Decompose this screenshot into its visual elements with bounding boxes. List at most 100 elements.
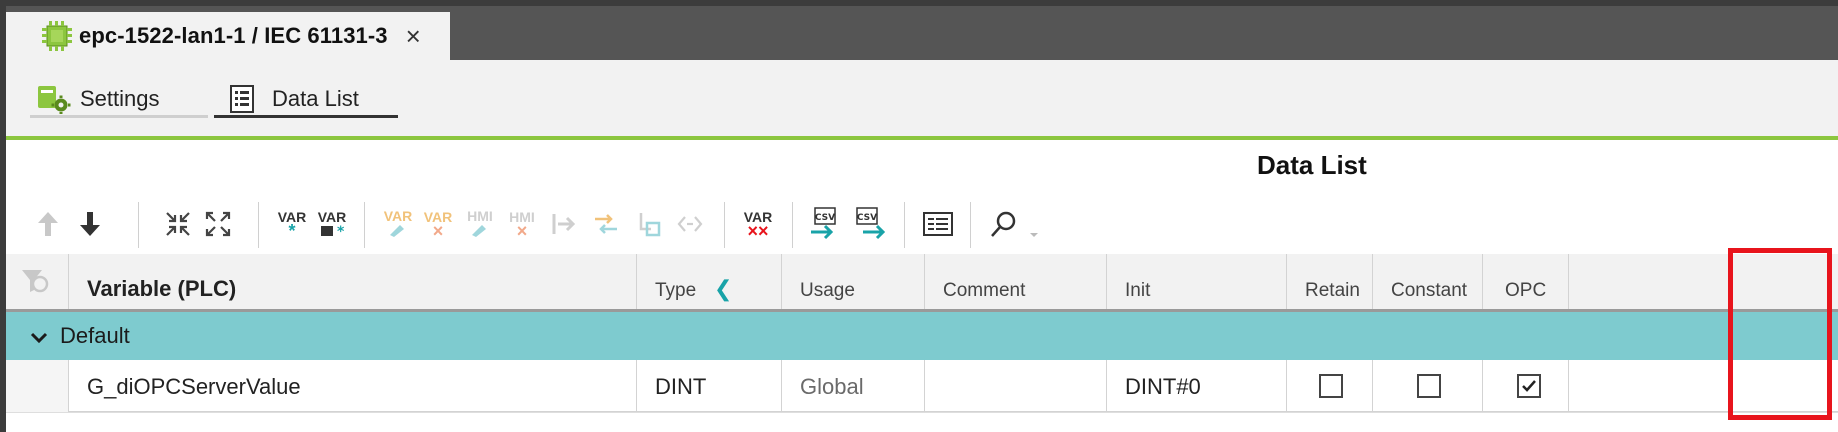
column-header-type[interactable]: Type — [636, 254, 781, 309]
tab-data-list-label: Data List — [272, 85, 359, 111]
delete-all-variables-button[interactable]: VAR ×× — [738, 200, 778, 248]
document-tab-title: epc-1522-lan1-1 / IEC 61131-3 — [79, 23, 388, 48]
editor-subtab-strip: Settings Data List — [6, 60, 1838, 136]
link-icon — [677, 216, 703, 232]
tab-settings[interactable]: Settings — [30, 82, 208, 118]
add-mark: * — [288, 221, 296, 241]
group-row-default[interactable]: Default — [6, 312, 1838, 360]
add-multiple-mark: * — [318, 224, 347, 240]
close-tab-icon[interactable]: × — [406, 23, 421, 49]
app-window: epc-1522-lan1-1 / IEC 61131-3 × Settings — [0, 0, 1838, 432]
add-variable-multiple-button[interactable]: VAR * — [312, 200, 352, 248]
constant-checkbox[interactable] — [1417, 374, 1441, 398]
cell-retain — [1286, 360, 1372, 412]
column-header-empty — [1568, 254, 1838, 309]
swap-button[interactable] — [586, 200, 626, 248]
cell-init[interactable]: DINT#0 — [1106, 360, 1286, 412]
export-csv-icon: CSV — [853, 206, 887, 242]
grid-next-row — [6, 412, 1838, 432]
delete-mark: ×× — [747, 221, 769, 241]
edit-hmi-button[interactable]: HMI — [460, 200, 500, 248]
column-header-variable[interactable]: Variable (PLC) — [68, 254, 636, 309]
collapse-all-icon — [166, 212, 190, 236]
tab-settings-label: Settings — [80, 85, 160, 111]
chevron-down-icon[interactable] — [30, 327, 48, 345]
import-csv-button[interactable]: CSV — [806, 200, 846, 248]
data-list-toolbar: VAR * VAR * VAR VAR × HMI HMI × VAR ×× C… — [20, 200, 1260, 250]
expand-all-button[interactable] — [198, 200, 238, 248]
var-text: VAR — [383, 208, 413, 224]
opc-checkbox[interactable] — [1517, 374, 1541, 398]
cell-comment[interactable] — [924, 360, 1106, 412]
checkmark-icon — [1522, 380, 1536, 392]
edit-variable-button[interactable]: VAR — [378, 200, 418, 248]
group-label: Default — [60, 323, 130, 348]
document-tab[interactable]: epc-1522-lan1-1 / IEC 61131-3 × — [6, 12, 450, 60]
chevron-down-icon — [1030, 233, 1038, 237]
collapse-all-button[interactable] — [158, 200, 198, 248]
cell-empty — [1568, 360, 1838, 412]
search-options-dropdown[interactable] — [1024, 200, 1044, 248]
tab-data-list[interactable]: Data List — [214, 82, 398, 118]
svg-text:CSV: CSV — [815, 213, 835, 223]
variables-grid: Variable (PLC) ❮ Type Usage Comment Init… — [6, 254, 1838, 432]
delete-hmi-button[interactable]: HMI × — [502, 200, 542, 248]
retain-checkbox[interactable] — [1319, 374, 1343, 398]
add-variable-icon: VAR * — [278, 210, 307, 241]
add-variables-icon: VAR * — [317, 208, 347, 240]
move-up-button[interactable] — [28, 200, 68, 248]
delete-all-variables-icon: VAR ×× — [744, 210, 773, 241]
toolbar-separator — [792, 202, 793, 248]
copy-to-button[interactable] — [628, 200, 668, 248]
controller-chip-icon — [40, 19, 74, 53]
column-header-constant[interactable]: Constant — [1372, 254, 1482, 309]
delete-hmi-icon: HMI × — [509, 209, 535, 241]
column-header-usage[interactable]: Usage — [781, 254, 924, 309]
arrow-down-icon — [80, 212, 100, 236]
cell-usage[interactable]: Global — [781, 360, 924, 412]
export-csv-button[interactable]: CSV — [850, 200, 890, 248]
svg-text:*: * — [337, 224, 345, 238]
cell-type[interactable]: DINT — [636, 360, 781, 412]
swap-icon — [595, 214, 617, 234]
table-view-icon — [923, 212, 953, 236]
toolbar-separator — [364, 202, 365, 248]
expand-all-icon — [205, 211, 231, 237]
column-header-init[interactable]: Init — [1106, 254, 1286, 309]
table-view-button[interactable] — [918, 200, 958, 248]
column-header-opc[interactable]: OPC — [1482, 254, 1568, 309]
toolbar-separator — [724, 202, 725, 248]
page-title: Data List — [1257, 150, 1367, 180]
cell-constant — [1372, 360, 1482, 412]
column-header-retain[interactable]: Retain — [1286, 254, 1372, 309]
toolbar-separator — [970, 202, 971, 248]
assign-button[interactable] — [544, 200, 584, 248]
move-down-button[interactable] — [70, 200, 110, 248]
add-variable-button[interactable]: VAR * — [272, 200, 312, 248]
row-gutter — [6, 360, 68, 412]
var-text: VAR — [317, 208, 347, 225]
edit-hmi-icon: HMI — [460, 209, 500, 239]
toolbar-separator — [138, 202, 139, 248]
column-header-comment[interactable]: Comment — [924, 254, 1106, 309]
data-list-icon — [228, 84, 264, 114]
toolbar-separator — [904, 202, 905, 248]
cell-opc — [1482, 360, 1568, 412]
delete-variable-icon: VAR × — [423, 209, 453, 241]
settings-gear-icon — [36, 84, 72, 114]
delete-variable-button[interactable]: VAR × — [418, 200, 458, 248]
toolbar-separator — [258, 202, 259, 248]
clear-filter-icon — [22, 270, 49, 293]
svg-text:CSV: CSV — [857, 213, 877, 223]
filter-column-header[interactable] — [6, 254, 68, 309]
link-button[interactable] — [670, 200, 710, 248]
search-button[interactable] — [984, 200, 1024, 248]
grid-header: Variable (PLC) ❮ Type Usage Comment Init… — [6, 254, 1838, 312]
accent-divider — [6, 136, 1838, 140]
hmi-text: HMI — [467, 208, 493, 224]
cell-variable[interactable]: G_diOPCServerValue — [68, 360, 636, 412]
arrow-up-icon — [38, 212, 58, 236]
table-row[interactable]: G_diOPCServerValue DINT Global DINT#0 — [6, 360, 1838, 412]
search-icon — [991, 211, 1016, 237]
assign-arrow-icon — [552, 214, 576, 234]
